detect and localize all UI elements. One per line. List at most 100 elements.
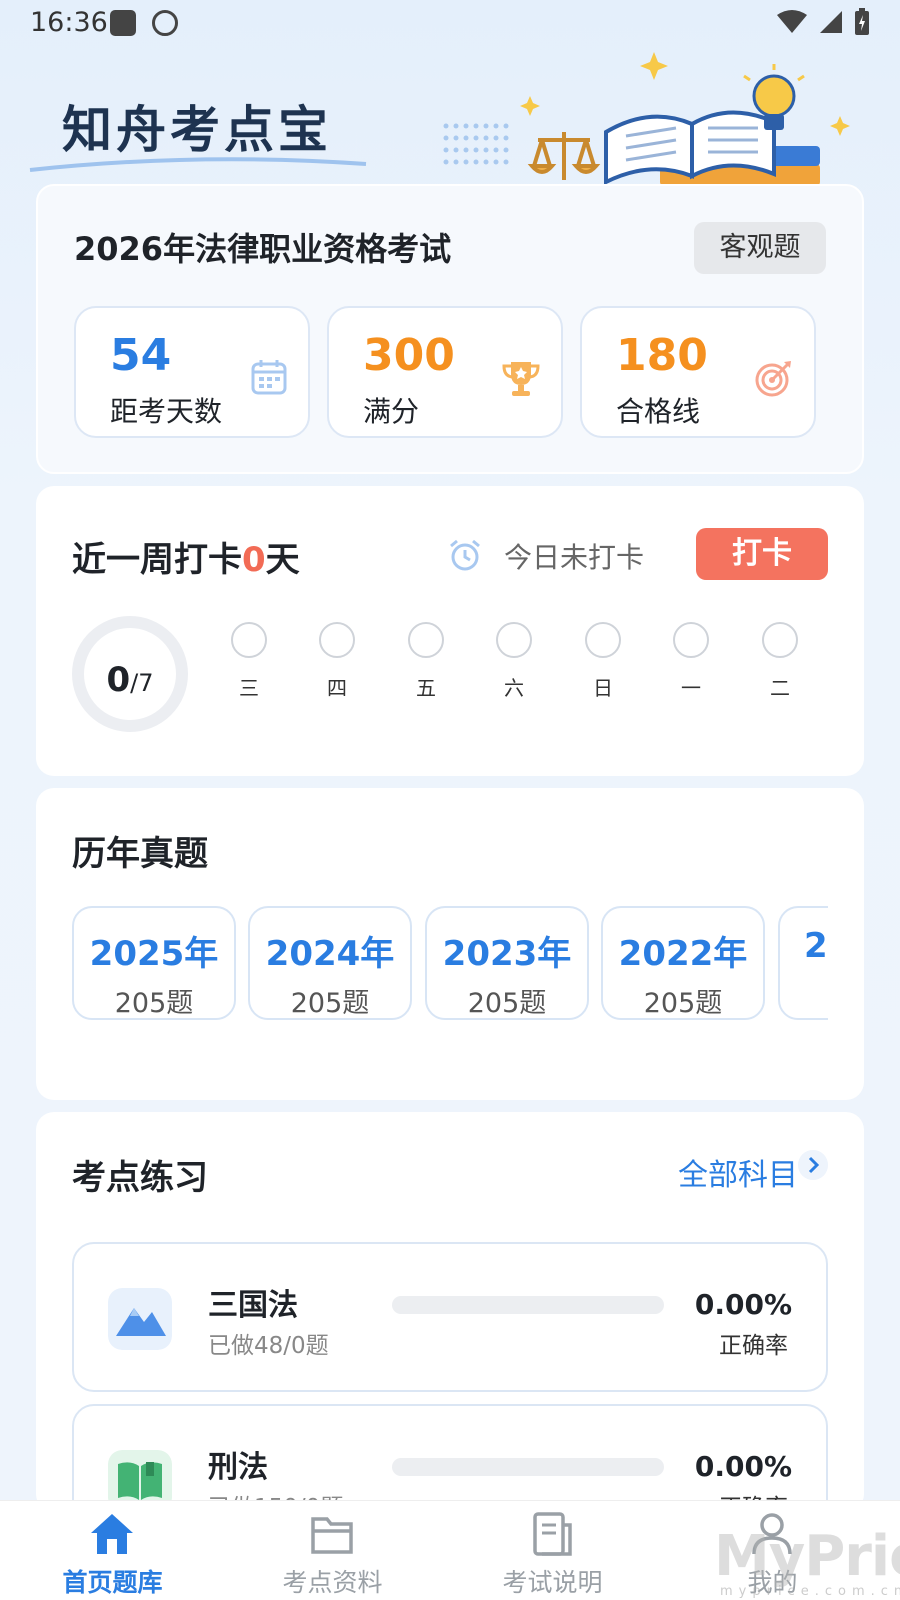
stat-label: 满分	[363, 395, 420, 428]
exam-info-card: 2026年法律职业资格考试 客观题 54 距考天数 300 满分 180 合格线	[36, 184, 864, 474]
practice-title: 考点练习	[72, 1158, 208, 1198]
app-notification-icon	[152, 10, 178, 36]
year-label: 2	[804, 926, 828, 966]
stat-value: 180	[616, 330, 708, 381]
year-chip-2024[interactable]: 2024年 205题	[248, 906, 412, 1020]
battery-icon	[855, 8, 869, 35]
checkin-title-prefix: 近一周打卡	[72, 540, 242, 580]
status-time: 16:36	[30, 7, 108, 38]
notification-icon	[110, 10, 136, 36]
tab-home[interactable]: 首页题库	[0, 1501, 225, 1600]
weekday-label: 日	[593, 676, 613, 700]
weekday-label: 一	[681, 676, 701, 700]
app-title: 知舟考点宝	[62, 101, 332, 159]
weekly-progress-ring: 0/7	[72, 616, 188, 732]
title-underline-decoration	[29, 157, 367, 172]
document-icon	[533, 1512, 572, 1556]
folder-icon	[311, 1517, 353, 1554]
all-subjects-link[interactable]: 全部科目	[678, 1150, 798, 1194]
tab-exam-info[interactable]: 考试说明	[440, 1501, 665, 1600]
header-illustration	[443, 52, 850, 186]
day-check-circle	[319, 622, 355, 658]
year-label: 2022年	[618, 934, 748, 974]
past-exams-scroller[interactable]: 2025年 205题 2024年 205题 2023年 205题 2022年 2…	[72, 906, 828, 1022]
weekday-label: 四	[327, 676, 347, 700]
weekday-label: 六	[504, 676, 524, 700]
year-chip-partial[interactable]: 2	[778, 906, 828, 1020]
subject-row-sanguofa[interactable]: 三国法 已做48/0题 0.00% 正确率	[72, 1242, 828, 1392]
weekly-progress-text: 0/7	[84, 660, 176, 700]
mountain-icon	[108, 1288, 172, 1350]
stat-value: 300	[363, 330, 455, 381]
status-bar: 16:36	[0, 0, 900, 46]
year-label: 2025年	[89, 934, 219, 974]
weekday-item: 三	[229, 622, 269, 701]
chevron-right-icon[interactable]	[798, 1150, 828, 1180]
year-chip-2025[interactable]: 2025年 205题	[72, 906, 236, 1020]
question-count: 205题	[114, 988, 194, 1019]
subject-done-count: 已做48/0题	[208, 1333, 329, 1359]
checkin-card: 近一周打卡0天 今日未打卡 打卡 0/7 三 四 五 六 日 一 二	[36, 486, 864, 776]
target-icon	[755, 361, 791, 397]
tab-label: 考试说明	[502, 1568, 603, 1597]
subject-accuracy: 0.00%	[694, 1288, 792, 1321]
tab-materials[interactable]: 考点资料	[220, 1501, 445, 1600]
stat-label: 距考天数	[110, 395, 223, 428]
day-check-circle	[408, 622, 444, 658]
year-label: 2023年	[442, 934, 572, 974]
stat-full-score: 300 满分	[327, 306, 563, 438]
exam-type-tag[interactable]: 客观题	[694, 222, 826, 274]
subject-progress-bar	[392, 1458, 664, 1476]
day-check-circle	[496, 622, 532, 658]
stat-value: 54	[110, 330, 172, 381]
wifi-icon	[777, 10, 807, 33]
year-chip-2023[interactable]: 2023年 205题	[425, 906, 589, 1020]
weekday-item: 四	[317, 622, 357, 701]
practice-card: 考点练习 全部科目 三国法 已做48/0题 0.00% 正确率 刑法 已做150…	[36, 1112, 864, 1554]
day-check-circle	[673, 622, 709, 658]
exam-title: 2026年法律职业资格考试	[74, 230, 452, 268]
checkin-title-suffix: 天	[265, 540, 300, 580]
question-count: 205题	[643, 988, 723, 1019]
stat-days-left: 54 距考天数	[74, 306, 310, 438]
day-check-circle	[585, 622, 621, 658]
watermark-url: myprice.com.cn	[720, 1584, 900, 1599]
weekday-item: 一	[671, 622, 711, 701]
subject-accuracy-label: 正确率	[719, 1333, 788, 1359]
checkin-days-count: 0	[242, 540, 266, 580]
stat-label: 合格线	[616, 395, 701, 428]
weekday-label: 五	[416, 676, 436, 700]
weekday-item: 二	[760, 622, 800, 701]
checkin-status: 今日未打卡	[504, 541, 645, 574]
home-icon	[91, 1514, 133, 1554]
subject-progress-bar	[392, 1296, 664, 1314]
status-icons	[776, 8, 870, 36]
stat-pass-line: 180 合格线	[580, 306, 816, 438]
weekday-item: 五	[406, 622, 446, 701]
past-exams-title: 历年真题	[72, 834, 208, 874]
signal-icon	[820, 11, 842, 33]
watermark-logo: MyPrice	[714, 1524, 900, 1589]
question-count: 205题	[290, 988, 370, 1019]
calendar-icon	[251, 360, 287, 395]
subject-accuracy: 0.00%	[694, 1450, 792, 1483]
subject-name: 刑法	[208, 1450, 268, 1485]
weekly-progress-total: /7	[130, 669, 154, 697]
tab-label: 首页题库	[62, 1568, 163, 1597]
weekday-label: 三	[239, 676, 259, 700]
weekday-item: 六	[494, 622, 534, 701]
question-count: 205题	[467, 988, 547, 1019]
day-check-circle	[231, 622, 267, 658]
checkin-title: 近一周打卡0天	[72, 532, 300, 581]
year-label: 2024年	[265, 934, 395, 974]
app-header: 知舟考点宝	[0, 46, 900, 186]
weekday-label: 二	[770, 676, 790, 700]
weekly-progress-done: 0	[106, 660, 131, 700]
trophy-icon	[502, 362, 540, 396]
tab-label: 考点资料	[282, 1568, 383, 1597]
year-chip-2022[interactable]: 2022年 205题	[601, 906, 765, 1020]
alarm-clock-icon	[450, 539, 480, 571]
weekday-item: 日	[583, 622, 623, 701]
day-check-circle	[762, 622, 798, 658]
checkin-button[interactable]: 打卡	[696, 528, 828, 580]
